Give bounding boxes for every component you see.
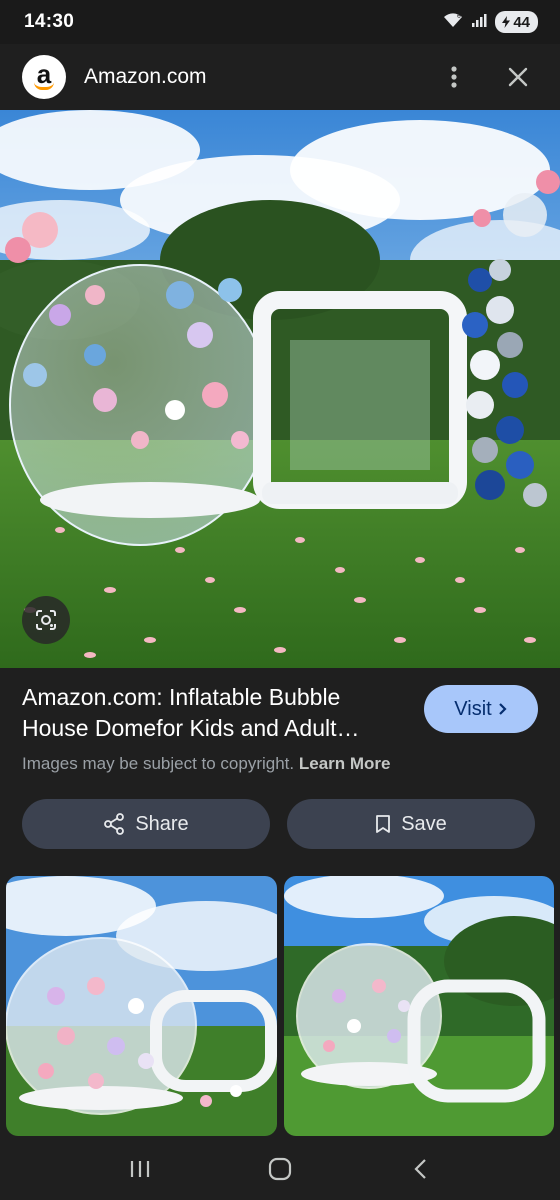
lens-button[interactable] [22,596,70,644]
save-button[interactable]: Save [287,799,535,849]
chevron-right-icon [498,703,507,715]
amazon-logo: a [22,55,66,99]
related-image-2-photo [284,876,554,1136]
related-image-2[interactable] [284,876,554,1136]
svg-text:6: 6 [457,13,461,20]
close-icon [508,67,528,87]
home-icon [268,1157,292,1181]
lens-icon [36,610,56,630]
back-icon [414,1159,426,1179]
battery-level: 44 [513,13,530,31]
visit-button[interactable]: Visit [424,685,538,733]
more-options-button[interactable] [434,57,474,97]
bubble-house-photo [0,110,560,668]
related-image-1-photo [6,876,277,1136]
share-button[interactable]: Share [22,799,270,849]
share-icon [104,813,125,835]
page-header: a Amazon.com [0,44,560,110]
learn-more-link[interactable]: Learn More [299,754,391,773]
visit-label: Visit [454,697,492,720]
result-title-area: Amazon.com: Inflatable Bubble House Dome… [22,682,402,744]
share-label: Share [135,812,189,835]
battery-indicator: 44 [495,11,538,33]
main-image[interactable] [0,110,560,668]
signal-icon [471,12,487,33]
site-name: Amazon.com [84,65,207,88]
copyright-notice: Images may be subject to copyright. Lear… [22,754,391,774]
related-image-1[interactable] [6,876,277,1136]
bookmark-icon [376,815,391,833]
status-icons: 6 44 [443,11,538,33]
recents-icon [130,1161,150,1177]
status-bar: 14:30 6 44 [0,0,560,44]
result-title[interactable]: Amazon.com: Inflatable Bubble House Dome… [22,682,402,744]
wifi-icon: 6 [443,12,463,33]
copyright-text: Images may be subject to copyright. [22,754,295,773]
more-vert-icon [451,66,457,88]
status-time: 14:30 [24,11,75,32]
save-label: Save [401,812,447,835]
nav-recents-button[interactable] [110,1147,170,1191]
nav-back-button[interactable] [390,1147,450,1191]
system-nav-bar [0,1138,560,1200]
close-button[interactable] [498,57,538,97]
charging-icon [502,16,511,28]
nav-home-button[interactable] [250,1147,310,1191]
